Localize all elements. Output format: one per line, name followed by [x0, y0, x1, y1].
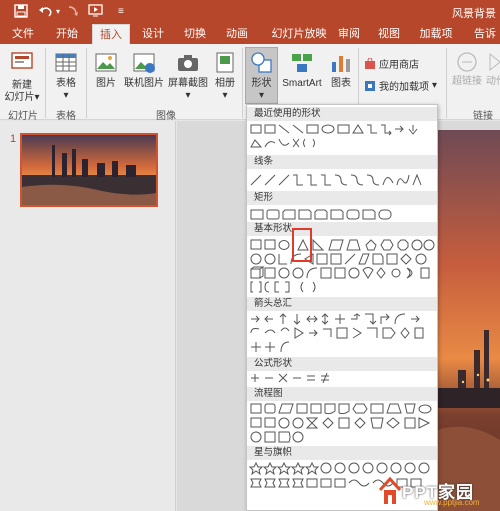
start-from-beginning-icon[interactable]: [88, 4, 104, 20]
tab-view[interactable]: 视图: [374, 24, 404, 44]
divider: [242, 48, 243, 118]
link-icon: [457, 52, 477, 72]
dropdown-arrow-icon: ▾: [63, 90, 69, 101]
online-picture-label: 联机图片: [124, 78, 164, 89]
tab-tell-me[interactable]: 告诉: [470, 24, 500, 44]
new-slide-label-1: 新建: [12, 80, 32, 91]
store-icon: [365, 57, 375, 69]
action-button[interactable]: 动作: [486, 50, 500, 88]
tab-animations[interactable]: 动画: [222, 24, 252, 44]
online-picture-button[interactable]: 联机图片: [122, 50, 166, 90]
section-equation-shapes: 公式形状: [247, 357, 437, 371]
section-basic-shapes: 基本形状: [247, 222, 437, 236]
shapes-label: 形状: [251, 78, 272, 89]
smartart-icon: [292, 54, 312, 72]
new-slide-label-2: 幻灯片▾: [4, 92, 40, 103]
action-label: 动作: [486, 76, 500, 87]
watermark-url: www.pptjia.com: [424, 498, 480, 507]
photo-album-label: 相册: [215, 78, 235, 89]
dropdown-arrow-icon: ▾: [185, 90, 191, 101]
group-label-tables: 表格: [56, 111, 76, 122]
slides-panel: 1: [0, 121, 176, 511]
watermark-logo: PPT家园 www.pptjia.com: [378, 474, 500, 511]
slide-number: 1: [10, 133, 17, 145]
save-icon[interactable]: [14, 4, 28, 20]
hyperlink-label: 超链接: [452, 76, 482, 87]
picture-button[interactable]: 图片: [92, 50, 120, 90]
new-slide-icon: [11, 52, 33, 69]
screenshot-label: 屏幕截图: [168, 78, 208, 89]
city-sunset-image: [22, 135, 156, 205]
group-label-images: 图像: [156, 111, 176, 122]
new-slide-button[interactable]: 新建 幻灯片▾: [4, 50, 40, 104]
ribbon-tabs: 文件 开始 插入 设计 切换 动画 幻灯片放映 审阅 视图 加载项 告诉: [0, 24, 500, 44]
tab-transitions[interactable]: 切换: [180, 24, 210, 44]
app-store-button[interactable]: 应用商店: [364, 56, 419, 71]
house-logo-icon: [378, 476, 402, 504]
triangle-shape-highlight: [292, 228, 312, 262]
divider: [446, 48, 447, 118]
tab-slideshow[interactable]: 幻灯片放映: [266, 24, 332, 44]
group-label-slides: 幻灯片: [8, 111, 38, 122]
tab-file[interactable]: 文件: [8, 24, 38, 44]
dropdown-arrow-icon: ▾: [222, 90, 228, 101]
dropdown-arrow-icon: ▾: [432, 80, 438, 91]
tab-design[interactable]: 设计: [138, 24, 168, 44]
undo-icon[interactable]: [38, 4, 54, 20]
screenshot-button[interactable]: 屏幕截图 ▾: [168, 50, 208, 102]
chart-label: 图表: [331, 78, 351, 89]
dropdown-arrow-icon: ▾: [258, 90, 265, 101]
group-label-links: 链接: [473, 111, 493, 122]
tab-home[interactable]: 开始: [52, 24, 82, 44]
my-addins-button[interactable]: 我的加载项 ▾: [364, 78, 437, 93]
section-rectangles: 矩形: [247, 191, 437, 205]
section-recent-shapes: 最近使用的形状: [247, 107, 437, 121]
chart-icon: [332, 56, 350, 72]
section-lines: 线条: [247, 155, 437, 169]
smartart-button[interactable]: SmartArt: [280, 50, 324, 90]
my-addins-label: 我的加载项: [379, 82, 429, 93]
customize-qat-icon[interactable]: ≡: [118, 4, 124, 20]
divider: [86, 48, 87, 118]
shapes-gallery: 最近使用的形状 线条 矩形 基本形状 箭头总汇 公式形状 流程图 星与旗帜: [246, 104, 438, 511]
shapes-icon: [250, 52, 272, 73]
tab-addins[interactable]: 加载项: [416, 24, 456, 44]
photo-album-button[interactable]: 相册 ▾: [210, 50, 240, 102]
picture-label: 图片: [96, 78, 116, 89]
online-picture-icon: [133, 53, 155, 73]
slide-background-image: [438, 130, 500, 511]
table-label: 表格: [56, 78, 76, 89]
hyperlink-button[interactable]: 超链接: [450, 50, 484, 88]
section-block-arrows: 箭头总汇: [247, 297, 437, 311]
tab-review[interactable]: 审阅: [334, 24, 364, 44]
divider: [45, 48, 46, 118]
undo-dropdown-icon[interactable]: ▾: [56, 4, 60, 20]
table-button[interactable]: 表格 ▾: [50, 50, 82, 102]
tab-insert[interactable]: 插入: [92, 24, 130, 44]
window-title: 风景背景: [452, 8, 496, 20]
redo-icon[interactable]: [66, 4, 80, 20]
smartart-label: SmartArt: [282, 78, 322, 89]
album-icon: [216, 52, 234, 73]
chart-button[interactable]: 图表: [326, 50, 356, 90]
shapes-button[interactable]: 形状 ▾: [245, 50, 278, 102]
slide-thumbnail[interactable]: [20, 133, 158, 207]
section-flowchart: 流程图: [247, 387, 437, 401]
picture-icon: [95, 53, 117, 72]
table-icon: [55, 53, 77, 72]
camera-icon: [178, 55, 198, 71]
title-bar: ▾ ≡ 风景背景: [0, 0, 500, 24]
section-stars-and-banners: 星与旗帜: [247, 446, 437, 460]
slide-canvas[interactable]: [438, 130, 500, 511]
app-store-label: 应用商店: [379, 60, 419, 71]
action-icon: [489, 52, 500, 72]
addins-icon: [365, 80, 375, 91]
